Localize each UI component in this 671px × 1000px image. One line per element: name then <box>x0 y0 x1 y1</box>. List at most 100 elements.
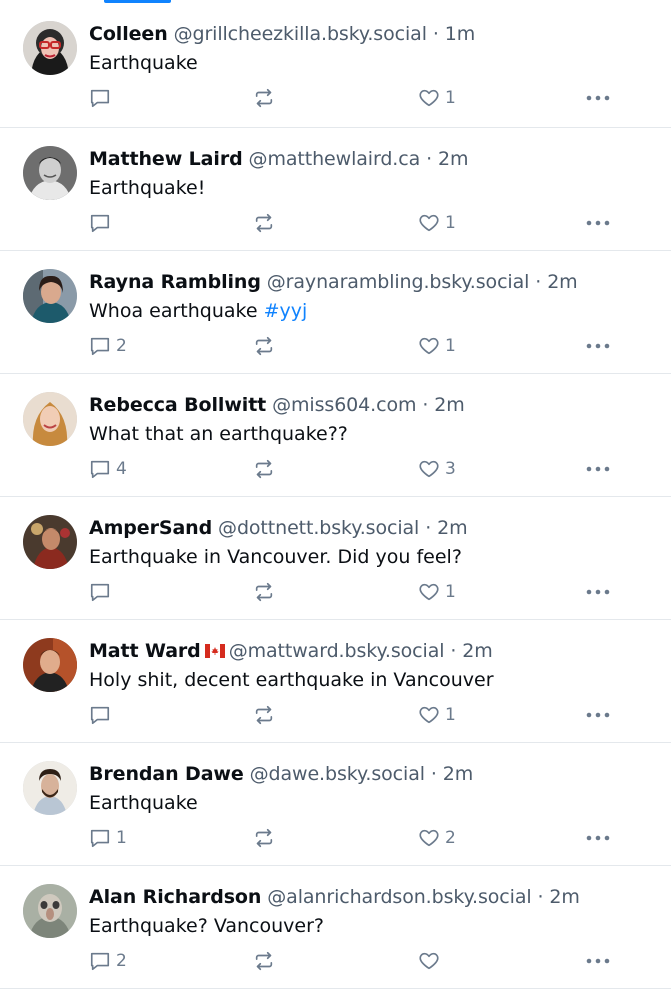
post-text: Earthquake <box>89 50 198 76</box>
avatar[interactable] <box>23 515 77 569</box>
more-dots-icon <box>586 466 610 472</box>
avatar[interactable] <box>23 884 77 938</box>
author-handle[interactable]: @miss604.com <box>272 394 416 416</box>
post-item[interactable]: Matt Ward @mattward.bsky.social · 2m Holy… <box>0 620 671 743</box>
post-time[interactable]: 2m <box>549 886 580 908</box>
avatar[interactable] <box>23 269 77 323</box>
heart-icon <box>419 214 439 232</box>
repost-button[interactable] <box>253 702 280 728</box>
repost-button[interactable] <box>253 825 280 851</box>
author-name[interactable]: Rayna Rambling <box>89 271 261 293</box>
post-item[interactable]: Rebecca Bollwitt @miss604.com · 2m What … <box>0 374 671 497</box>
post-item[interactable]: Rayna Rambling @raynarambling.bsky.socia… <box>0 251 671 374</box>
reply-button[interactable] <box>89 702 116 728</box>
more-options-button[interactable] <box>585 210 611 236</box>
repost-icon <box>255 336 273 356</box>
more-options-button[interactable] <box>585 85 611 111</box>
repost-icon <box>255 88 273 108</box>
like-button[interactable]: 1 <box>418 85 456 111</box>
post-actions: 2 1 <box>89 333 629 359</box>
repost-icon <box>255 951 273 971</box>
author-name[interactable]: Matt Ward <box>89 640 201 662</box>
author-handle[interactable]: @raynarambling.bsky.social <box>267 271 530 293</box>
repost-button[interactable] <box>253 579 280 605</box>
post-text: What that an earthquake?? <box>89 421 348 447</box>
author-handle[interactable]: @dawe.bsky.social <box>250 763 425 785</box>
repost-button[interactable] <box>253 210 280 236</box>
post-time[interactable]: 2m <box>434 394 465 416</box>
more-options-button[interactable] <box>585 579 611 605</box>
reply-button[interactable] <box>89 579 116 605</box>
like-button[interactable]: 1 <box>418 333 456 359</box>
like-button[interactable]: 1 <box>418 702 456 728</box>
repost-button[interactable] <box>253 85 280 111</box>
like-button[interactable]: 2 <box>418 825 456 851</box>
post-text-body: Earthquake <box>89 792 198 814</box>
post-text: Earthquake <box>89 790 198 816</box>
post-actions: 1 <box>89 85 629 111</box>
avatar[interactable] <box>23 761 77 815</box>
repost-button[interactable] <box>253 456 280 482</box>
author-handle[interactable]: @matthewlaird.ca <box>249 148 421 170</box>
avatar[interactable] <box>23 638 77 692</box>
reply-button[interactable] <box>89 85 116 111</box>
author-handle[interactable]: @dottnett.bsky.social <box>218 517 419 539</box>
reply-icon <box>90 829 110 848</box>
post-time[interactable]: 2m <box>443 763 474 785</box>
more-options-button[interactable] <box>585 948 611 974</box>
post-item[interactable]: AmperSand @dottnett.bsky.social · 2m Ear… <box>0 497 671 620</box>
author-name[interactable]: Colleen <box>89 23 168 45</box>
post-text-body: Earthquake! <box>89 177 206 199</box>
author-handle[interactable]: @alanrichardson.bsky.social <box>267 886 531 908</box>
author-name[interactable]: Matthew Laird <box>89 148 243 170</box>
post-time[interactable]: 2m <box>462 640 493 662</box>
post-text: Whoa earthquake #yyj <box>89 298 307 324</box>
post-time[interactable]: 2m <box>437 517 468 539</box>
reply-button[interactable]: 2 <box>89 948 127 974</box>
reply-button[interactable]: 2 <box>89 333 127 359</box>
like-button[interactable]: 3 <box>418 456 456 482</box>
author-handle[interactable]: @grillcheezkilla.bsky.social <box>174 23 427 45</box>
repost-button[interactable] <box>253 333 280 359</box>
post-item[interactable]: Brendan Dawe @dawe.bsky.social · 2m Eart… <box>0 743 671 866</box>
post-time[interactable]: 2m <box>438 148 469 170</box>
reply-button[interactable]: 4 <box>89 456 127 482</box>
like-count: 3 <box>445 459 456 479</box>
author-handle[interactable]: @mattward.bsky.social <box>229 640 445 662</box>
author-name[interactable]: Brendan Dawe <box>89 763 244 785</box>
post-item[interactable]: Alan Richardson @alanrichardson.bsky.soc… <box>0 866 671 989</box>
reply-count: 1 <box>116 828 127 848</box>
hashtag-link[interactable]: #yyj <box>264 300 308 322</box>
avatar[interactable] <box>23 21 77 75</box>
avatar[interactable] <box>23 392 77 446</box>
like-button[interactable]: 1 <box>418 210 456 236</box>
like-button[interactable]: 1 <box>418 579 456 605</box>
author-name[interactable]: Alan Richardson <box>89 886 261 908</box>
reply-button[interactable]: 1 <box>89 825 127 851</box>
more-dots-icon <box>586 95 610 101</box>
post-actions: 1 2 <box>89 825 629 851</box>
separator: · <box>432 23 439 45</box>
author-name[interactable]: AmperSand <box>89 517 212 539</box>
post-time[interactable]: 1m <box>445 23 476 45</box>
reply-icon <box>90 460 110 479</box>
post-item[interactable]: Matthew Laird @matthewlaird.ca · 2m Eart… <box>0 128 671 251</box>
author-name[interactable]: Rebecca Bollwitt <box>89 394 266 416</box>
more-options-button[interactable] <box>585 333 611 359</box>
more-options-button[interactable] <box>585 456 611 482</box>
more-options-button[interactable] <box>585 702 611 728</box>
reply-button[interactable] <box>89 210 116 236</box>
repost-button[interactable] <box>253 948 280 974</box>
more-options-button[interactable] <box>585 825 611 851</box>
post-item[interactable]: Colleen @grillcheezkilla.bsky.social · 1… <box>0 3 671 128</box>
more-dots-icon <box>586 835 610 841</box>
post-time[interactable]: 2m <box>547 271 578 293</box>
like-button[interactable] <box>418 948 445 974</box>
more-dots-icon <box>586 220 610 226</box>
reply-icon <box>90 583 110 602</box>
repost-icon <box>255 582 273 602</box>
avatar[interactable] <box>23 146 77 200</box>
post-text-body: Earthquake in Vancouver. Did you feel? <box>89 546 462 568</box>
separator: · <box>450 640 457 662</box>
more-dots-icon <box>586 712 610 718</box>
